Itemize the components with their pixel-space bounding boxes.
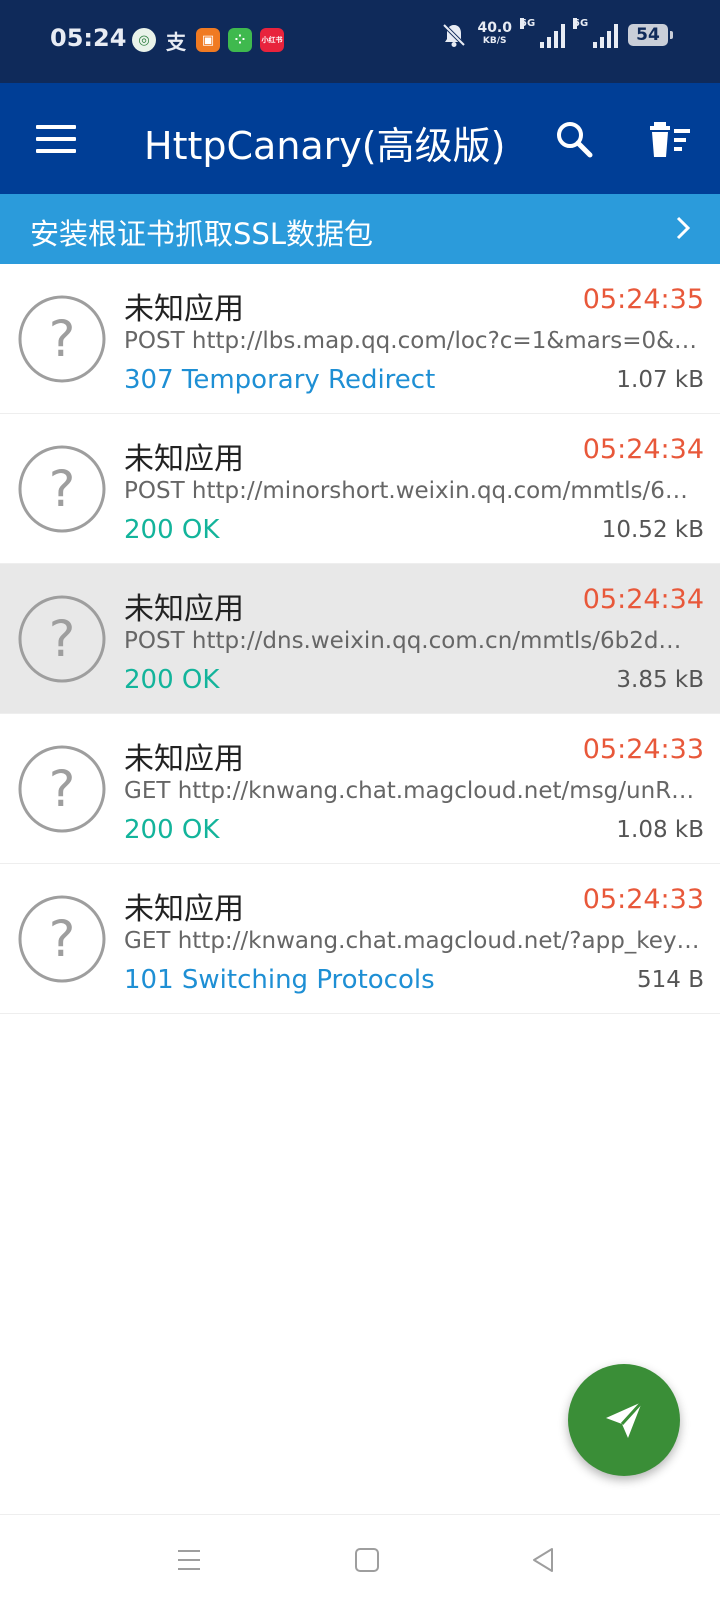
ssl-certificate-banner[interactable]: 安装根证书抓取SSL数据包	[0, 194, 720, 264]
alipay-icon: 支	[166, 29, 186, 54]
request-time: 05:24:33	[582, 734, 704, 765]
unknown-app-icon: ?	[18, 745, 106, 833]
svg-text:?: ?	[49, 910, 76, 968]
network-speed: 40.0 KB/S	[477, 20, 512, 48]
network-type-1: 5G	[520, 18, 536, 29]
red-app-icon: 小红书	[260, 28, 284, 52]
request-row[interactable]: ? 未知应用 05:24:34 POST http://dns.weixin.q…	[0, 564, 720, 714]
request-url: GET http://knwang.chat.magcloud.net/msg/…	[124, 778, 695, 804]
response-status: 200 OK	[124, 815, 220, 845]
svg-text:?: ?	[49, 610, 76, 668]
app-name: 未知应用	[124, 892, 244, 927]
battery-icon: 54	[628, 24, 673, 46]
response-size: 3.85 kB	[616, 667, 704, 693]
request-list: ? 未知应用 05:24:35 POST http://lbs.map.qq.c…	[0, 264, 720, 1014]
request-row[interactable]: ? 未知应用 05:24:33 GET http://knwang.chat.m…	[0, 864, 720, 1014]
request-row[interactable]: ? 未知应用 05:24:35 POST http://lbs.map.qq.c…	[0, 264, 720, 414]
response-status: 101 Switching Protocols	[124, 965, 435, 995]
system-navigation-bar	[0, 1514, 720, 1605]
search-icon[interactable]	[554, 119, 594, 159]
unknown-app-icon: ?	[18, 595, 106, 683]
status-indicators: 40.0 KB/S 5G 5G 54	[441, 18, 673, 48]
unknown-app-icon: ?	[18, 445, 106, 533]
home-icon[interactable]	[352, 1545, 382, 1575]
signal-icon-1: 5G	[520, 18, 565, 48]
request-url: POST http://minorshort.weixin.qq.com/mmt…	[124, 478, 688, 504]
back-icon[interactable]	[528, 1545, 558, 1575]
request-time: 05:24:34	[582, 434, 704, 465]
unknown-app-icon: ?	[18, 295, 106, 383]
svg-text:?: ?	[49, 310, 76, 368]
response-status: 307 Temporary Redirect	[124, 365, 436, 395]
request-url: POST http://dns.weixin.qq.com.cn/mmtls/6…	[124, 628, 682, 654]
menu-icon[interactable]	[36, 125, 76, 153]
response-status: 200 OK	[124, 665, 220, 695]
svg-text:?: ?	[49, 760, 76, 818]
app-name: 未知应用	[124, 442, 244, 477]
notification-icons: ◎ 支 ▣ ⁘ 小红书	[132, 28, 284, 54]
request-time: 05:24:34	[582, 584, 704, 615]
send-icon	[606, 1400, 644, 1438]
app-title: HttpCanary(高级版)	[144, 124, 506, 168]
network-type-2: 5G	[573, 18, 589, 29]
clear-list-icon[interactable]	[648, 119, 692, 159]
app-name: 未知应用	[124, 292, 244, 327]
app-name: 未知应用	[124, 592, 244, 627]
svg-text:?: ?	[49, 460, 76, 518]
app-bar: HttpCanary(高级版)	[0, 83, 720, 194]
request-time: 05:24:35	[582, 284, 704, 315]
green-app-icon: ⁘	[228, 28, 252, 52]
response-status: 200 OK	[124, 515, 220, 545]
ssl-banner-text: 安装根证书抓取SSL数据包	[30, 217, 373, 251]
recent-apps-icon[interactable]	[174, 1545, 204, 1575]
unknown-app-icon: ?	[18, 895, 106, 983]
request-time: 05:24:33	[582, 884, 704, 915]
request-url: GET http://knwang.chat.magcloud.net/?app…	[124, 928, 700, 954]
response-size: 514 B	[637, 967, 704, 993]
net-speed-unit: KB/S	[482, 36, 507, 46]
mute-bell-icon	[443, 23, 466, 47]
request-row[interactable]: ? 未知应用 05:24:34 POST http://minorshort.w…	[0, 414, 720, 564]
bank-app-icon: ◎	[132, 28, 156, 52]
net-speed-value: 40.0	[477, 20, 512, 36]
status-bar: 05:24 ◎ 支 ▣ ⁘ 小红书 40.0 KB/S 5G 5G 54	[0, 0, 720, 83]
response-size: 1.08 kB	[616, 817, 704, 843]
request-url: POST http://lbs.map.qq.com/loc?c=1&mars=…	[124, 328, 698, 354]
chevron-right-icon	[676, 216, 691, 240]
send-request-button[interactable]	[568, 1364, 680, 1476]
orange-app-icon: ▣	[196, 28, 220, 52]
response-size: 10.52 kB	[601, 517, 704, 543]
status-time: 05:24	[50, 24, 127, 52]
request-row[interactable]: ? 未知应用 05:24:33 GET http://knwang.chat.m…	[0, 714, 720, 864]
signal-icon-2: 5G	[573, 18, 618, 48]
app-name: 未知应用	[124, 742, 244, 777]
response-size: 1.07 kB	[616, 367, 704, 393]
